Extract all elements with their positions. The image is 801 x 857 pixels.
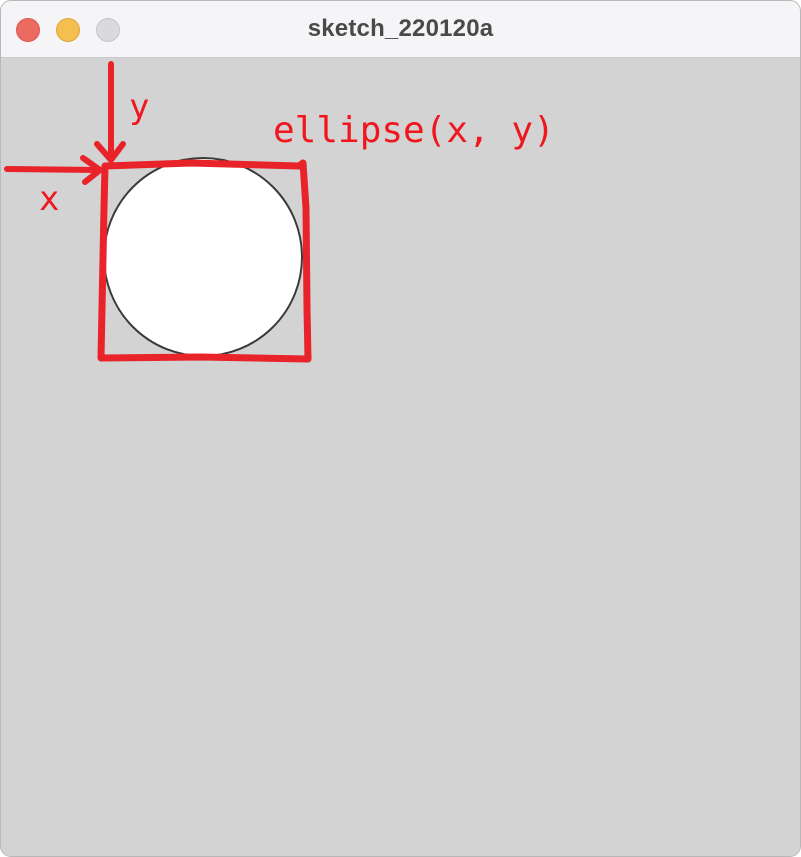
title-bar[interactable]: sketch_220120a	[1, 1, 800, 58]
ellipse-shape	[103, 157, 303, 357]
annotation-y-label: y	[129, 87, 149, 127]
canvas-drawing: ellipse(x, y) y x	[4, 61, 555, 363]
annotation-code-label: ellipse(x, y)	[273, 110, 555, 151]
sketch-canvas[interactable]: ellipse(x, y) y x	[1, 58, 800, 856]
app-window: sketch_220120a ellipse(x, y) y x	[0, 0, 801, 857]
annotation-y-arrow	[94, 61, 126, 163]
window-title: sketch_220120a	[307, 15, 494, 42]
annotation-x-label: x	[39, 179, 59, 219]
